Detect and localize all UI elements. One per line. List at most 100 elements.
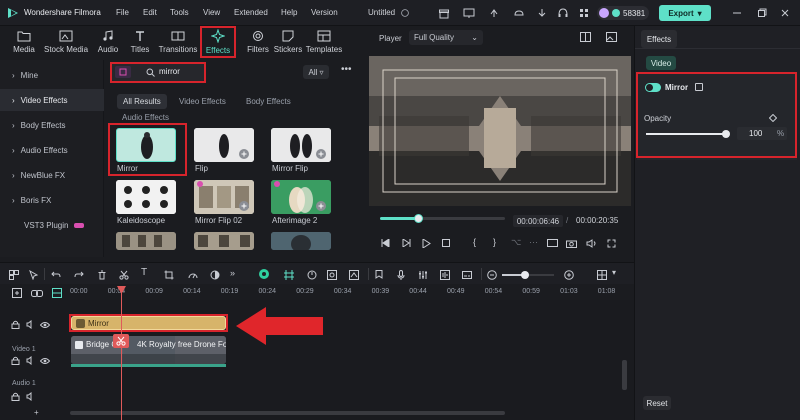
- snap-icon[interactable]: [283, 269, 294, 280]
- tab-transitions[interactable]: Transitions: [158, 28, 198, 58]
- menu-file[interactable]: File: [116, 8, 129, 17]
- tab-effects[interactable]: Effects: [198, 28, 238, 58]
- search-box[interactable]: mirror: [111, 63, 205, 81]
- delete-icon[interactable]: [96, 269, 107, 280]
- info-icon[interactable]: [401, 9, 409, 17]
- playback-scrubber-handle[interactable]: [413, 214, 423, 223]
- video-clip[interactable]: Bridge C 4K Royalty free Drone Fo: [71, 336, 226, 364]
- color-adjust-icon[interactable]: [209, 269, 220, 280]
- download-icon[interactable]: [535, 6, 549, 20]
- zoom-out-icon[interactable]: [486, 269, 497, 280]
- lock-icon[interactable]: [11, 356, 20, 365]
- sidebar-item-vst3-plugin[interactable]: VST3 Plugin: [0, 214, 104, 236]
- grid-layout-icon[interactable]: [8, 269, 19, 280]
- mark-in-icon[interactable]: {: [473, 237, 476, 247]
- render-icon[interactable]: [306, 269, 317, 280]
- opacity-slider-handle[interactable]: [722, 130, 730, 138]
- share-icon[interactable]: [487, 6, 501, 20]
- motion-track-icon[interactable]: [348, 269, 359, 280]
- sidebar-item-body-effects[interactable]: › Body Effects: [0, 114, 104, 136]
- zoom-slider-handle[interactable]: [521, 271, 530, 279]
- keyframe-diamond-icon[interactable]: [768, 113, 777, 122]
- export-button[interactable]: Export ▾: [659, 5, 711, 21]
- effect-thumb-kaleidoscope[interactable]: [116, 180, 176, 214]
- tab-titles[interactable]: Titles: [120, 28, 160, 58]
- effect-thumb-mirror-flip-02[interactable]: [194, 180, 254, 214]
- split-scissors-icon[interactable]: [113, 334, 129, 348]
- effect-thumb-row3-1[interactable]: [116, 232, 176, 250]
- lock-icon[interactable]: [11, 320, 20, 329]
- search-input[interactable]: mirror: [159, 67, 180, 76]
- gift-icon[interactable]: [437, 6, 451, 20]
- zoom-in-icon[interactable]: [563, 269, 574, 280]
- filter-dropdown[interactable]: All ▿: [303, 65, 329, 79]
- add-icon[interactable]: +: [34, 408, 39, 417]
- sidebar-item-boris-fx[interactable]: › Boris FX: [0, 189, 104, 211]
- reset-button[interactable]: Reset: [643, 396, 671, 410]
- opacity-slider-track[interactable]: [646, 133, 726, 135]
- opacity-input[interactable]: 100 %: [737, 127, 787, 140]
- effect-checkbox[interactable]: [695, 83, 703, 91]
- effect-thumb-flip[interactable]: [194, 128, 254, 162]
- play-frame-icon[interactable]: [401, 238, 411, 248]
- layout-dropdown-icon[interactable]: ▾: [612, 268, 616, 277]
- crop-icon[interactable]: [163, 269, 174, 280]
- camera-icon[interactable]: [566, 238, 577, 248]
- credits-badge[interactable]: 58381: [597, 6, 649, 20]
- scissors-icon[interactable]: [118, 269, 129, 280]
- chip-all-results[interactable]: All Results: [117, 94, 167, 109]
- quality-dropdown[interactable]: Full Quality ⌄: [409, 30, 483, 45]
- headset-icon[interactable]: [556, 6, 570, 20]
- fullscreen-icon[interactable]: [606, 238, 616, 248]
- menu-extended[interactable]: Extended: [234, 8, 268, 17]
- audio-mixer-icon[interactable]: [417, 269, 428, 280]
- chip-video-effects[interactable]: Video Effects: [179, 97, 226, 106]
- snapshot-grid-icon[interactable]: [579, 31, 591, 43]
- effect-thumb-row3-2[interactable]: [194, 232, 254, 250]
- menu-edit[interactable]: Edit: [143, 8, 157, 17]
- effect-thumb-afterimage-2[interactable]: [271, 180, 331, 214]
- link-icon[interactable]: [31, 288, 43, 298]
- vertical-scrollbar[interactable]: [622, 360, 627, 390]
- menu-view[interactable]: View: [203, 8, 220, 17]
- visibility-eye-icon[interactable]: [40, 356, 50, 365]
- subtitle-icon[interactable]: [461, 269, 472, 280]
- microphone-icon[interactable]: [395, 269, 406, 280]
- more-options-icon[interactable]: •••: [341, 64, 352, 75]
- track-manager-icon[interactable]: [52, 288, 62, 298]
- mark-out-icon[interactable]: }: [493, 237, 496, 247]
- timeline-scrollbar[interactable]: [70, 411, 505, 415]
- inspector-subtab-video[interactable]: Video: [646, 56, 676, 70]
- more-tools-icon[interactable]: »: [230, 268, 235, 278]
- menu-version[interactable]: Version: [311, 8, 338, 17]
- grid-icon[interactable]: [577, 6, 591, 20]
- tab-stock-media[interactable]: Stock Media: [44, 28, 88, 58]
- ai-assist-icon[interactable]: [258, 268, 270, 280]
- inspector-tab-effects[interactable]: Effects: [641, 30, 677, 48]
- play-icon[interactable]: [421, 238, 431, 248]
- speed-icon[interactable]: [187, 269, 198, 280]
- sidebar-item-newblue-fx[interactable]: › NewBlue FX: [0, 164, 104, 186]
- monitor-icon[interactable]: [462, 6, 476, 20]
- restore-icon[interactable]: [755, 6, 769, 20]
- sidebar-item-mine[interactable]: › Mine: [0, 64, 104, 86]
- select-pointer-icon[interactable]: [28, 269, 39, 280]
- tab-media[interactable]: Media: [4, 28, 44, 58]
- chip-body-effects[interactable]: Body Effects: [246, 97, 291, 106]
- effect-thumb-mirror[interactable]: [116, 128, 176, 162]
- menu-tools[interactable]: Tools: [170, 8, 189, 17]
- add-track-icon[interactable]: [12, 288, 22, 298]
- volume-icon[interactable]: [586, 238, 597, 248]
- voice-changer-icon[interactable]: [439, 269, 450, 280]
- image-icon[interactable]: [605, 31, 617, 43]
- sidebar-item-audio-effects[interactable]: › Audio Effects: [0, 139, 104, 161]
- ai-search-icon[interactable]: [115, 66, 131, 78]
- mosaic-icon[interactable]: [326, 269, 337, 280]
- effect-enable-toggle[interactable]: [645, 83, 661, 92]
- close-icon[interactable]: [778, 6, 792, 20]
- step-back-icon[interactable]: [380, 238, 390, 248]
- stop-icon[interactable]: [441, 238, 451, 248]
- mute-icon[interactable]: [26, 356, 35, 365]
- tab-templates[interactable]: Templates: [302, 28, 346, 58]
- playback-progress-track[interactable]: [380, 217, 505, 220]
